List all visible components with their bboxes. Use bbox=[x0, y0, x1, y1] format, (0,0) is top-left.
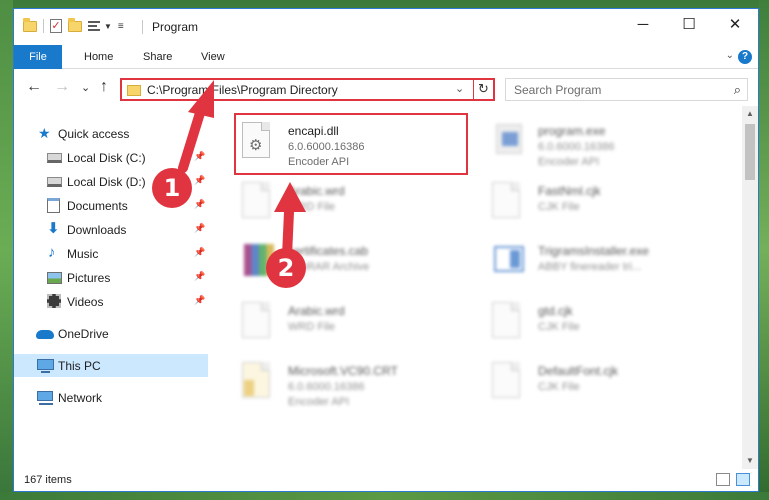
arrow-1-head bbox=[188, 80, 214, 118]
annotation-badge-2: 2 bbox=[266, 248, 306, 288]
annotation-badge-1: 1 bbox=[152, 168, 192, 208]
annotation-arrows bbox=[178, 80, 306, 261]
arrow-2-head bbox=[274, 182, 306, 212]
arrow-1-shaft bbox=[178, 108, 205, 173]
